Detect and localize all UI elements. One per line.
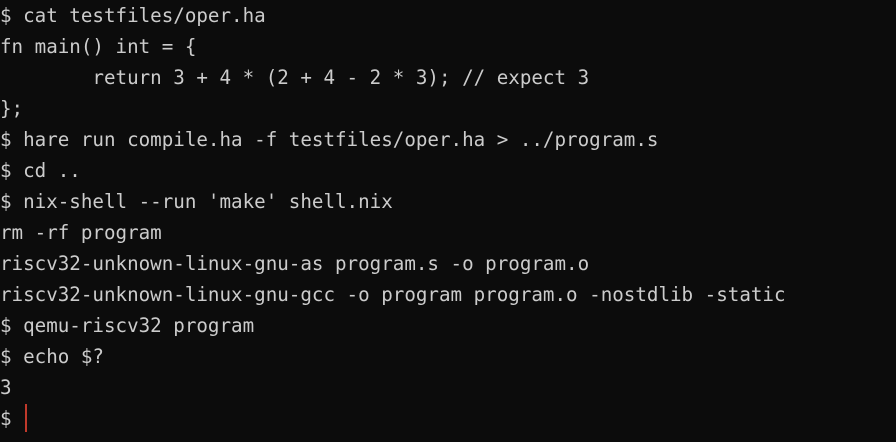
- terminal-line: $ nix-shell --run 'make' shell.nix: [0, 190, 393, 213]
- terminal-line: fn main() int = {: [0, 35, 197, 58]
- terminal-line: riscv32-unknown-linux-gnu-gcc -o program…: [0, 283, 786, 306]
- terminal-line: $ qemu-riscv32 program: [0, 314, 255, 337]
- terminal-prompt: $: [0, 407, 24, 430]
- terminal-line: $ hare run compile.ha -f testfiles/oper.…: [0, 128, 659, 151]
- terminal-line: $ cat testfiles/oper.ha: [0, 4, 266, 27]
- terminal-line: 3: [0, 376, 12, 399]
- text-cursor: [25, 403, 28, 432]
- terminal-window[interactable]: $ cat testfiles/oper.ha fn main() int = …: [0, 0, 896, 442]
- terminal-line: rm -rf program: [0, 221, 162, 244]
- terminal-line: return 3 + 4 * (2 + 4 - 2 * 3); // expec…: [0, 66, 590, 89]
- terminal-line: $ echo $?: [0, 345, 104, 368]
- terminal-line: $ cd ..: [0, 159, 81, 182]
- terminal-input-line[interactable]: $: [0, 403, 896, 434]
- terminal-line: riscv32-unknown-linux-gnu-as program.s -…: [0, 252, 590, 275]
- terminal-line: };: [0, 97, 24, 120]
